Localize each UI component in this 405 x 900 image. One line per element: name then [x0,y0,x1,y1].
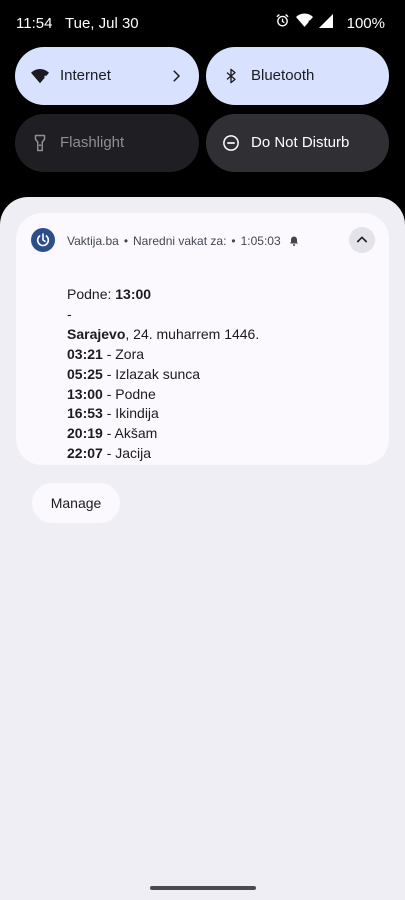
prayer-row: 22:07 - Jacija [67,444,259,464]
flashlight-icon [31,134,49,152]
tile-dnd[interactable]: Do Not Disturb [206,114,389,172]
notification-title: Naredni vakat za: [133,234,227,248]
prayer-row: 05:25 - Izlazak sunca [67,365,259,385]
prayer-name: - Izlazak sunca [102,365,201,382]
prayer-row: 13:00 - Podne [67,385,259,405]
prayer-row: 20:19 - Akšam [67,424,259,444]
notification-card[interactable]: Vaktija.ba • Naredni vakat za: • 1:05:03… [16,213,389,465]
tile-internet[interactable]: Internet [15,47,199,105]
notification-shade: Vaktija.ba • Naredni vakat za: • 1:05:03… [0,197,405,900]
prayer-row: 16:53 - Ikindija [67,404,259,424]
prayer-time: 03:21 [67,345,103,362]
wifi-icon [31,67,49,85]
prayer-name: - Podne [102,385,156,402]
tile-flashlight-label: Flashlight [60,134,125,151]
notification-header: Vaktija.ba • Naredni vakat za: • 1:05:03 [67,234,300,248]
collapse-button[interactable] [349,227,375,253]
tile-internet-label: Internet [60,67,111,84]
prayer-name: - Zora [102,345,145,362]
next-prayer-time: 13:00 [115,286,152,302]
gesture-nav-handle[interactable] [150,886,256,890]
alarm-icon [275,13,290,33]
chevron-up-icon [356,236,368,243]
alert-bell-icon [288,235,300,247]
prayer-time: 22:07 [67,445,103,462]
tile-bluetooth-label: Bluetooth [251,67,315,84]
separator-dot: • [123,234,129,248]
separator-dot: • [231,234,236,248]
prayer-name: - Jacija [102,445,152,462]
hijri-date: , 24. muharrem 1446. [125,325,260,342]
prayer-time: 16:53 [67,405,103,422]
status-date: Tue, Jul 30 [65,15,139,32]
status-bar: 11:54 Tue, Jul 30 100% [0,0,405,46]
next-prayer-line: Podne: 13:00 [67,285,259,305]
prayer-time: 20:19 [67,425,103,442]
status-icons: 100% [275,13,385,33]
manage-button[interactable]: Manage [32,483,120,523]
dash-line: - [67,305,72,322]
battery-percent: 100% [346,14,385,32]
tile-flashlight[interactable]: Flashlight [15,114,199,172]
app-icon [31,228,55,252]
status-time: 11:54 [16,15,53,32]
chevron-right-icon [167,67,185,85]
notification-body: Podne: 13:00 - Sarajevo, 24. muharrem 14… [67,285,259,464]
cell-signal-icon [318,13,333,33]
bluetooth-icon [222,67,240,85]
city-name: Sarajevo [67,325,126,342]
wifi-icon [295,13,313,33]
prayer-time: 05:25 [67,365,103,382]
next-prayer-label: Podne: [67,286,116,302]
city-date-line: Sarajevo, 24. muharrem 1446. [67,325,259,345]
prayer-time: 13:00 [67,385,103,402]
tile-bluetooth[interactable]: Bluetooth [206,47,389,105]
dnd-icon [222,134,240,152]
prayer-name: - Ikindija [102,405,159,422]
prayer-row: 03:21 - Zora [67,345,259,365]
tile-dnd-label: Do Not Disturb [251,134,350,151]
countdown: 1:05:03 [240,234,281,248]
app-name: Vaktija.ba [67,234,119,248]
prayer-name: - Akšam [102,425,158,442]
